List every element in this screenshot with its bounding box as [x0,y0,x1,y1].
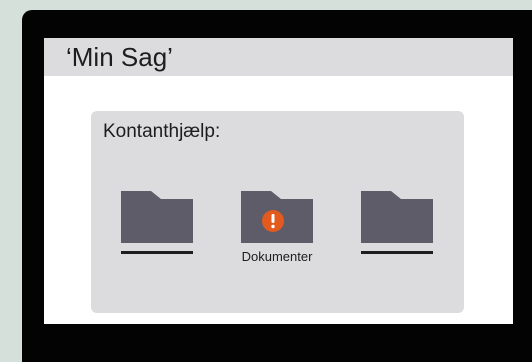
folder-icon [121,191,193,243]
folder-label: Dokumenter [241,249,313,264]
folder-item-dokumenter[interactable]: Dokumenter [241,191,313,264]
folder-underline [121,251,193,254]
folder-underline [361,251,433,254]
page-title: ‘Min Sag’ [66,42,173,72]
panel-heading: Kontanthjælp: [103,121,221,142]
app-screen: ‘Min Sag’ Kontanthjælp: Dokumenter [44,38,513,324]
title-bar: ‘Min Sag’ [44,38,513,76]
folder-item-1[interactable] [121,191,193,254]
case-panel: Kontanthjælp: Dokumenter [91,111,464,313]
exclamation-alert-icon [262,210,284,232]
folder-icon [361,191,433,243]
folder-item-3[interactable] [361,191,433,254]
